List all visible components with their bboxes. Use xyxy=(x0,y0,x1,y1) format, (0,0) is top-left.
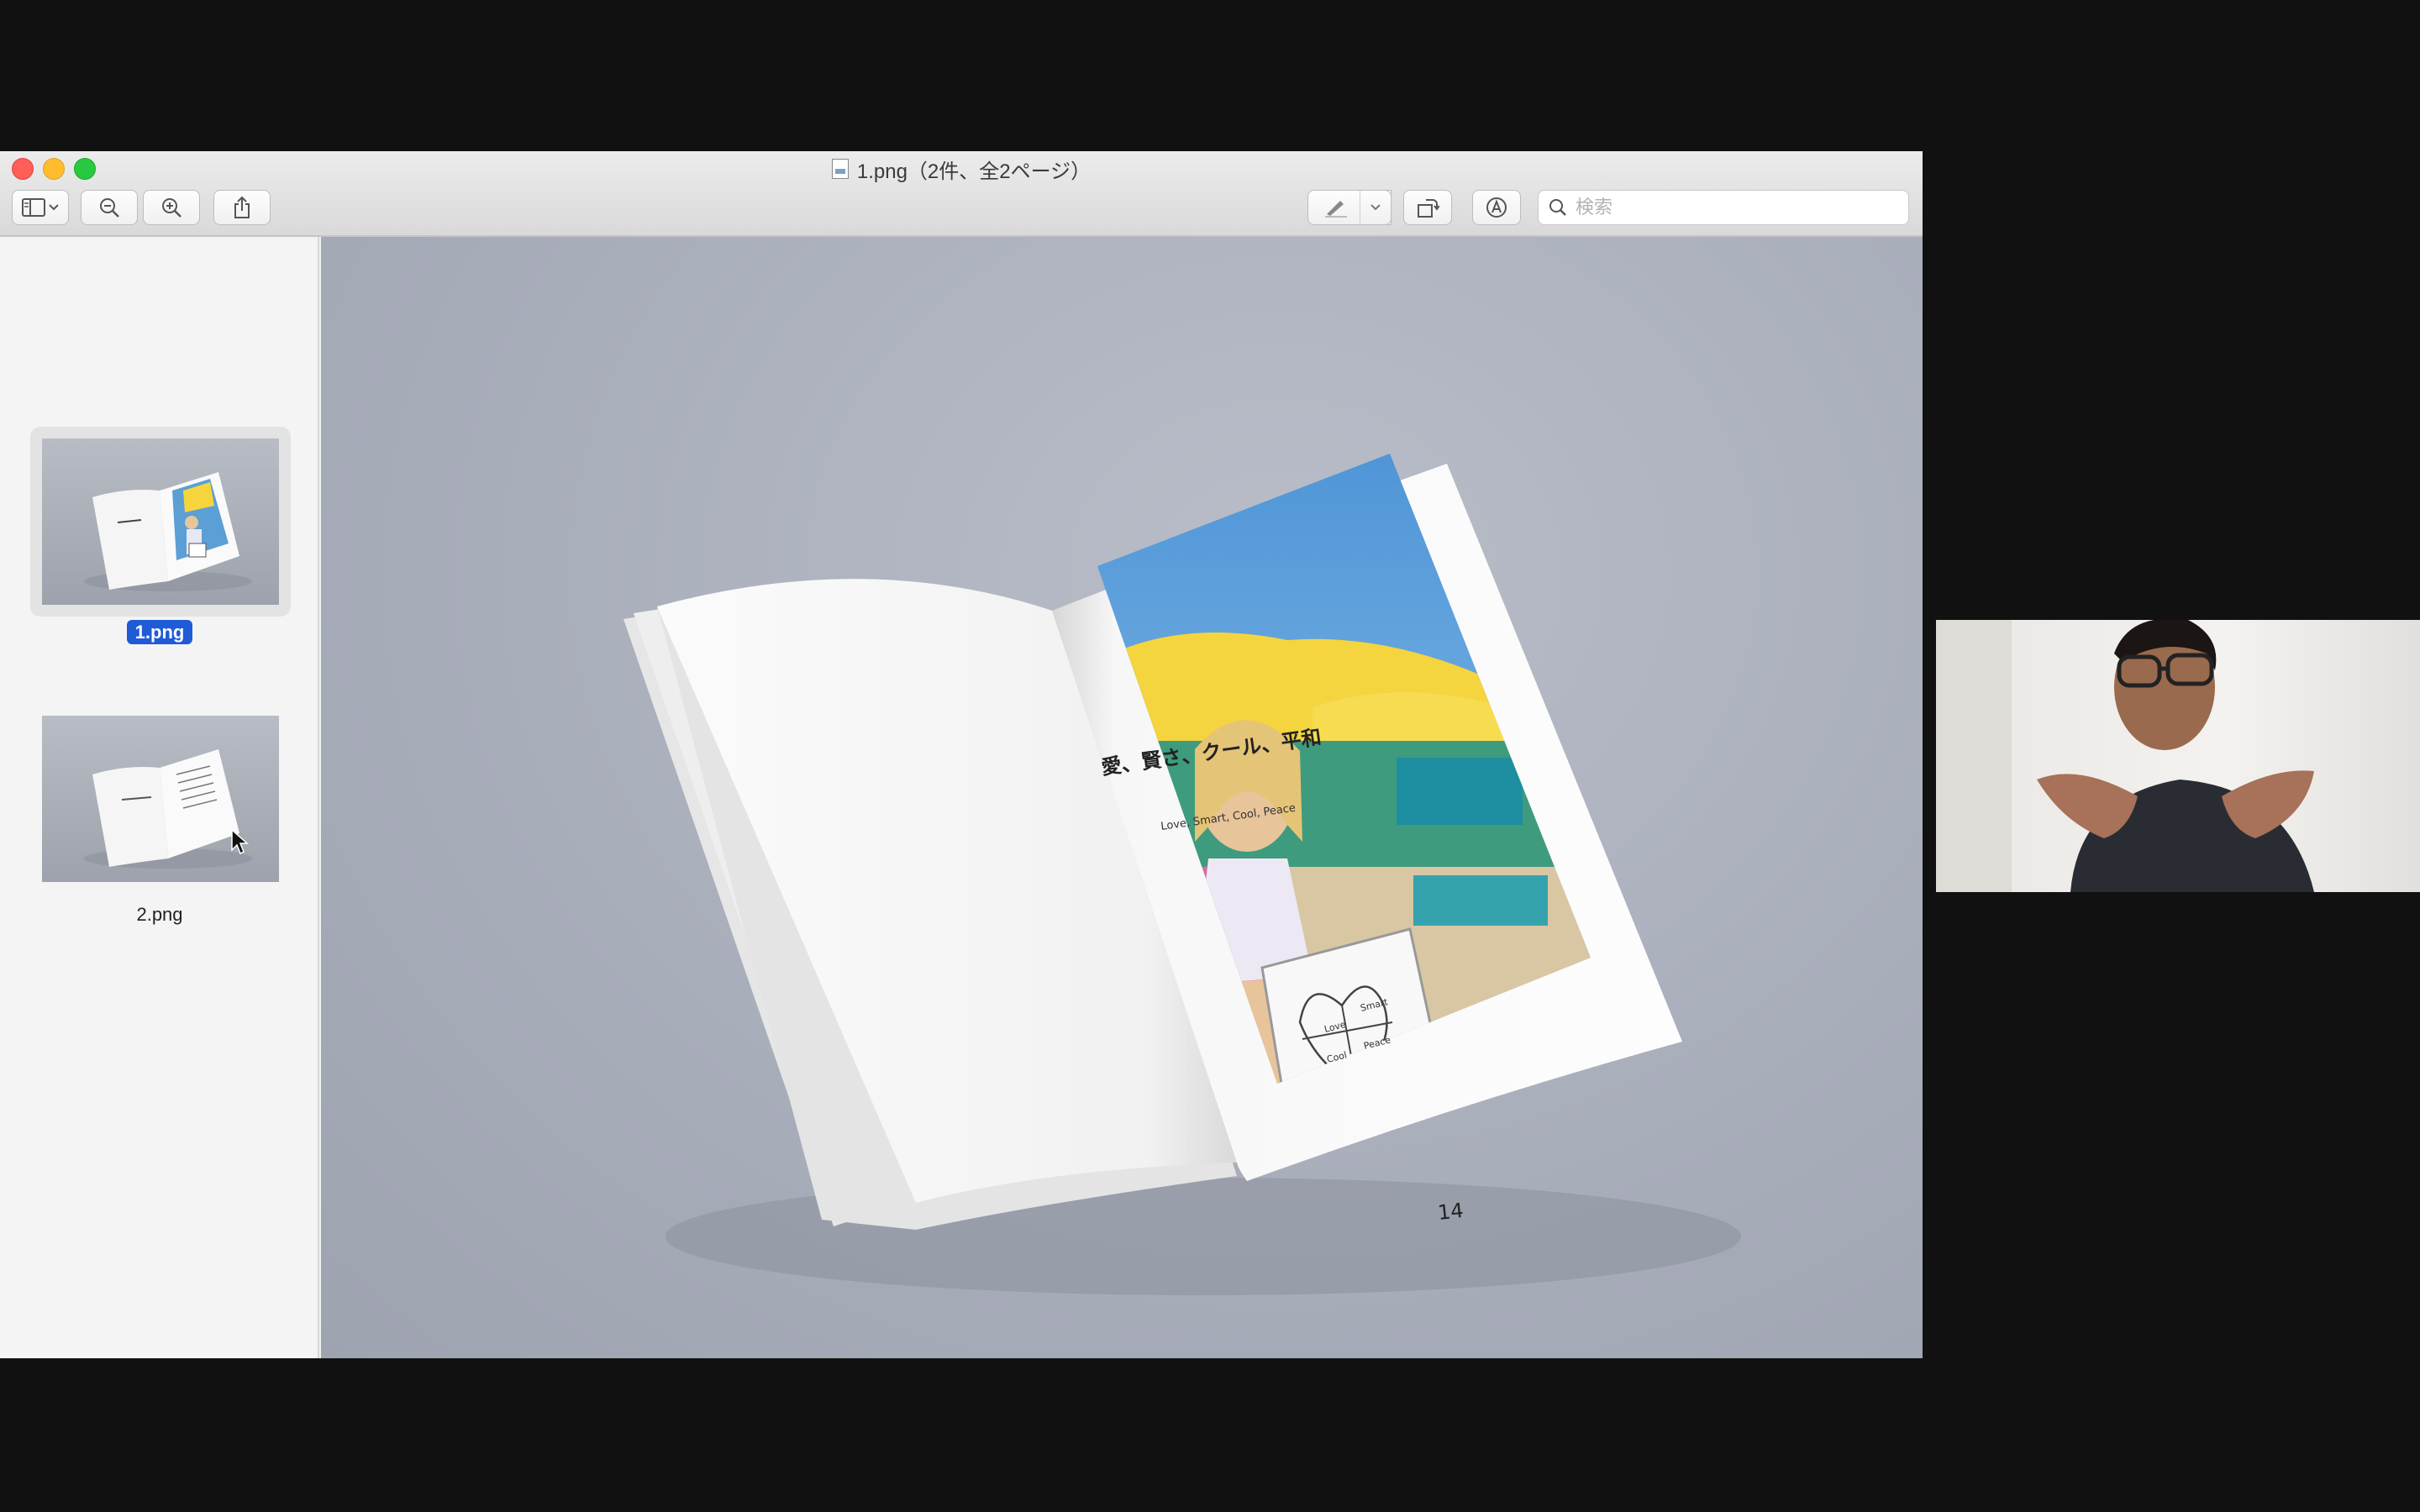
webcam-person-image xyxy=(1936,620,2314,892)
markup-button[interactable] xyxy=(1472,190,1521,225)
document-view[interactable]: 愛、賢さ、クール、平和 Love, Smart, Cool, Peace 14 … xyxy=(321,237,1923,1358)
zoom-out-icon xyxy=(100,198,119,218)
png-file-icon xyxy=(831,159,849,179)
thumbnail-1-label[interactable]: 1.png xyxy=(0,620,319,644)
thumbnail-2[interactable] xyxy=(42,716,279,882)
thumbnail-1[interactable] xyxy=(42,438,279,605)
markup-icon xyxy=(1486,197,1507,218)
book-mockup-image: 愛、賢さ、クール、平和 Love, Smart, Cool, Peace 14 … xyxy=(623,454,1741,1295)
share-button[interactable] xyxy=(213,190,271,225)
webcam-video-feed xyxy=(1936,620,2420,892)
preview-window: 1.png（2件、全2ページ） 検索 1.png 2.png 愛、賢さ、クール、… xyxy=(0,151,1923,1358)
sidebar-view-button[interactable] xyxy=(12,190,69,225)
book-page-number: 14 xyxy=(1437,1199,1465,1225)
search-field[interactable] xyxy=(1538,190,1909,225)
zoom-out-button[interactable] xyxy=(81,190,138,225)
pen-tool-menu-button[interactable] xyxy=(1360,190,1392,225)
zoom-in-icon xyxy=(162,198,182,218)
search-icon xyxy=(1549,199,1566,216)
thumbnail-sidebar: 1.png 2.png xyxy=(0,237,319,1358)
pen-icon xyxy=(1325,201,1347,218)
search-input[interactable] xyxy=(1574,196,1897,219)
chevron-down-icon xyxy=(1370,204,1381,211)
sidebar-icon xyxy=(22,198,45,217)
share-icon xyxy=(234,196,250,218)
title-bar: 1.png（2件、全2ページ） xyxy=(0,151,1923,237)
thumbnail-2-label[interactable]: 2.png xyxy=(0,904,319,926)
thumbnail-book-image xyxy=(84,749,252,869)
thumbnail-book-image xyxy=(84,472,252,591)
rotate-icon xyxy=(1418,199,1439,218)
zoom-in-button[interactable] xyxy=(143,190,200,225)
window-title-group: 1.png（2件、全2ページ） xyxy=(0,155,1923,183)
chevron-down-icon xyxy=(49,204,59,211)
rotate-button[interactable] xyxy=(1403,190,1452,225)
window-title: 1.png（2件、全2ページ） xyxy=(856,160,1092,183)
